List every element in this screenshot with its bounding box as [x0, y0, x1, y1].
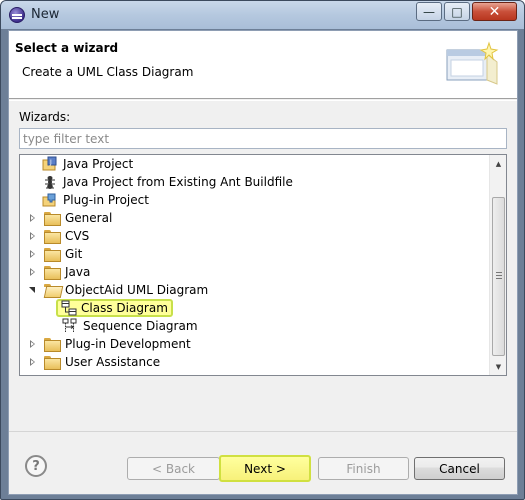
- filter-input[interactable]: [19, 128, 507, 149]
- tree-item-label: Sequence Diagram: [83, 319, 198, 333]
- tree-item-cvs[interactable]: CVS: [28, 227, 89, 245]
- wizards-label: Wizards:: [19, 110, 71, 124]
- header-title: Select a wizard: [15, 41, 119, 55]
- back-button[interactable]: < Back: [127, 457, 220, 480]
- tree-item-label: Plug-in Development: [65, 337, 191, 351]
- scroll-up-arrow-icon[interactable]: ▲: [490, 155, 506, 172]
- minimize-button[interactable]: —: [416, 2, 442, 21]
- tree-item-label: CVS: [65, 229, 90, 243]
- tree-item-plugin-project[interactable]: Plug-in Project: [42, 191, 149, 209]
- tree-item-java-project[interactable]: J Java Project: [42, 155, 133, 173]
- expand-arrow-icon[interactable]: [28, 231, 38, 241]
- tree-item-sequence-diagram[interactable]: Sequence Diagram: [62, 317, 198, 335]
- next-button[interactable]: Next >: [219, 455, 311, 482]
- class-diagram-icon: [61, 300, 77, 316]
- new-wizard-banner-icon: [446, 41, 499, 85]
- finish-button[interactable]: Finish: [318, 457, 409, 480]
- tree-item-label: Class Diagram: [81, 301, 168, 315]
- plugin-project-icon: [42, 193, 56, 207]
- header-divider: [9, 100, 517, 101]
- tree-item-label: Git: [65, 247, 83, 261]
- tree-item-general[interactable]: General: [28, 209, 112, 227]
- tree-item-plugin-development[interactable]: Plug-in Development: [28, 335, 191, 353]
- header-subtitle: Create a UML Class Diagram: [22, 65, 194, 79]
- maximize-button[interactable]: □: [444, 2, 470, 21]
- button-bar-divider: [9, 431, 517, 432]
- folder-icon: [44, 247, 61, 262]
- tree-item-label: Java Project: [63, 157, 134, 171]
- scrollbar-thumb[interactable]: [492, 197, 505, 356]
- dialog-body: Select a wizard Create a UML Class Diagr…: [8, 30, 518, 495]
- tree-item-label: General: [65, 211, 113, 225]
- help-icon[interactable]: ?: [25, 455, 47, 477]
- tree-item-label: Plug-in Project: [63, 193, 149, 207]
- expand-arrow-icon[interactable]: [28, 357, 38, 367]
- tree-scrollbar[interactable]: ▲ ▼: [489, 155, 506, 375]
- expand-arrow-icon[interactable]: [28, 267, 38, 277]
- tree-item-user-assistance[interactable]: User Assistance: [28, 353, 160, 371]
- expand-arrow-icon[interactable]: [28, 249, 38, 259]
- tree-item-java[interactable]: Java: [28, 263, 90, 281]
- folder-icon: [44, 265, 61, 280]
- folder-icon: [44, 337, 61, 352]
- tree-item-ant-project[interactable]: Java Project from Existing Ant Buildfile: [42, 173, 293, 191]
- tree-item-class-diagram[interactable]: Class Diagram: [56, 299, 173, 317]
- new-wizard-window: New — □ ✕ Select a wizard Create a UML C…: [0, 0, 525, 500]
- tree-item-label: Java: [65, 265, 91, 279]
- svg-text:J: J: [49, 159, 52, 166]
- grip-icon: [496, 272, 502, 279]
- wizard-tree[interactable]: J Java Project Java Project from Existin…: [19, 154, 507, 376]
- collapse-arrow-icon[interactable]: [28, 285, 38, 295]
- title-bar[interactable]: New — □ ✕: [1, 1, 524, 29]
- java-project-icon: J: [42, 156, 57, 171]
- wizard-header: Select a wizard Create a UML Class Diagr…: [9, 31, 517, 99]
- tree-item-label: ObjectAid UML Diagram: [65, 283, 209, 297]
- scroll-down-arrow-icon[interactable]: ▼: [490, 358, 506, 375]
- tree-item-label: User Assistance: [65, 355, 161, 369]
- eclipse-icon: [9, 7, 25, 23]
- close-button[interactable]: ✕: [472, 2, 517, 21]
- tree-item-objectaid-uml[interactable]: ObjectAid UML Diagram: [28, 281, 208, 299]
- folder-icon: [44, 211, 61, 226]
- ant-icon: [45, 176, 55, 189]
- expand-arrow-icon[interactable]: [28, 213, 38, 223]
- folder-open-icon: [44, 283, 60, 297]
- tree-item-label: Java Project from Existing Ant Buildfile: [63, 175, 293, 189]
- expand-arrow-icon[interactable]: [28, 339, 38, 349]
- sequence-diagram-icon: [62, 318, 77, 333]
- window-title: New: [31, 7, 60, 22]
- folder-icon: [44, 229, 61, 244]
- cancel-button[interactable]: Cancel: [414, 457, 505, 480]
- tree-item-git[interactable]: Git: [28, 245, 82, 263]
- folder-icon: [44, 355, 61, 370]
